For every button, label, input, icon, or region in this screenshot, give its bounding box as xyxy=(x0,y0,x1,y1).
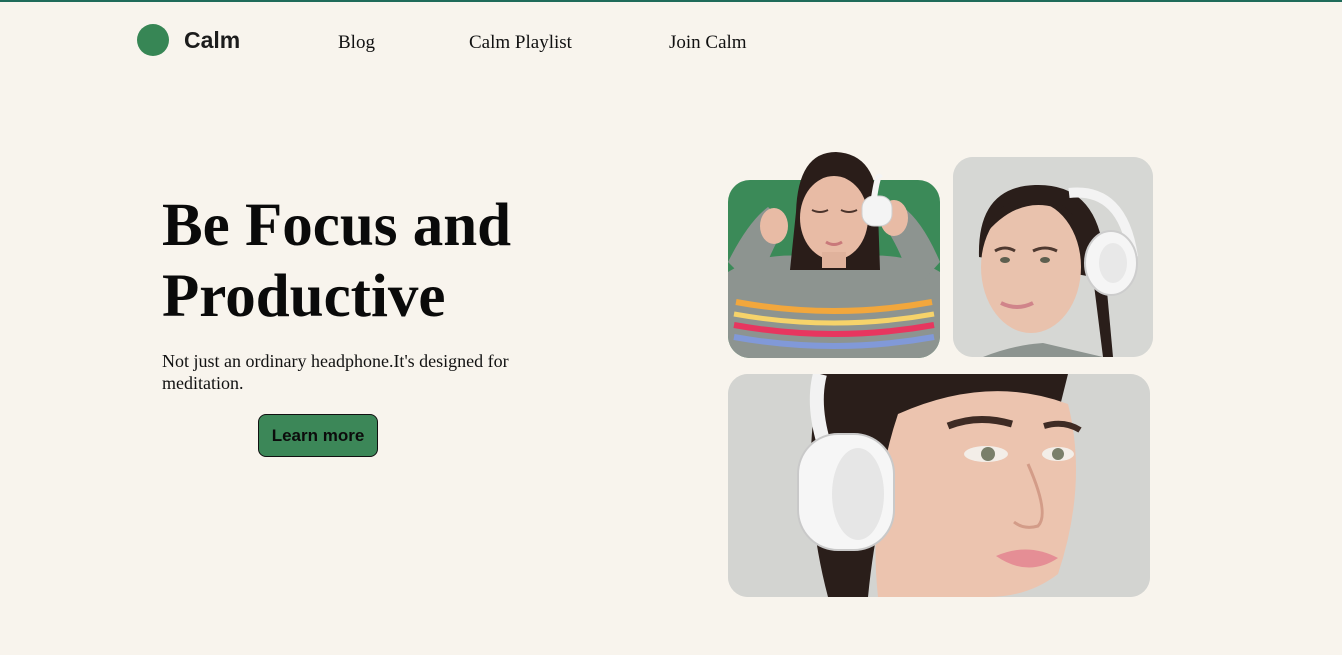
nav-link-join-calm[interactable]: Join Calm xyxy=(669,31,747,55)
photo-woman-headphones-green xyxy=(728,152,940,358)
nav-link-blog[interactable]: Blog xyxy=(338,31,375,55)
photo-woman-headphones-closeup xyxy=(728,374,1150,597)
hero-title: Be Focus and Productive xyxy=(162,192,512,330)
photo-woman-headphones-portrait xyxy=(953,157,1153,357)
brand-logo-icon[interactable] xyxy=(137,24,169,56)
hero-subtitle: Not just an ordinary headphone.It's desi… xyxy=(162,351,509,393)
brand-name[interactable]: Calm xyxy=(184,26,240,54)
learn-more-button[interactable]: Learn more xyxy=(258,414,378,457)
nav-link-calm-playlist[interactable]: Calm Playlist xyxy=(469,31,572,55)
